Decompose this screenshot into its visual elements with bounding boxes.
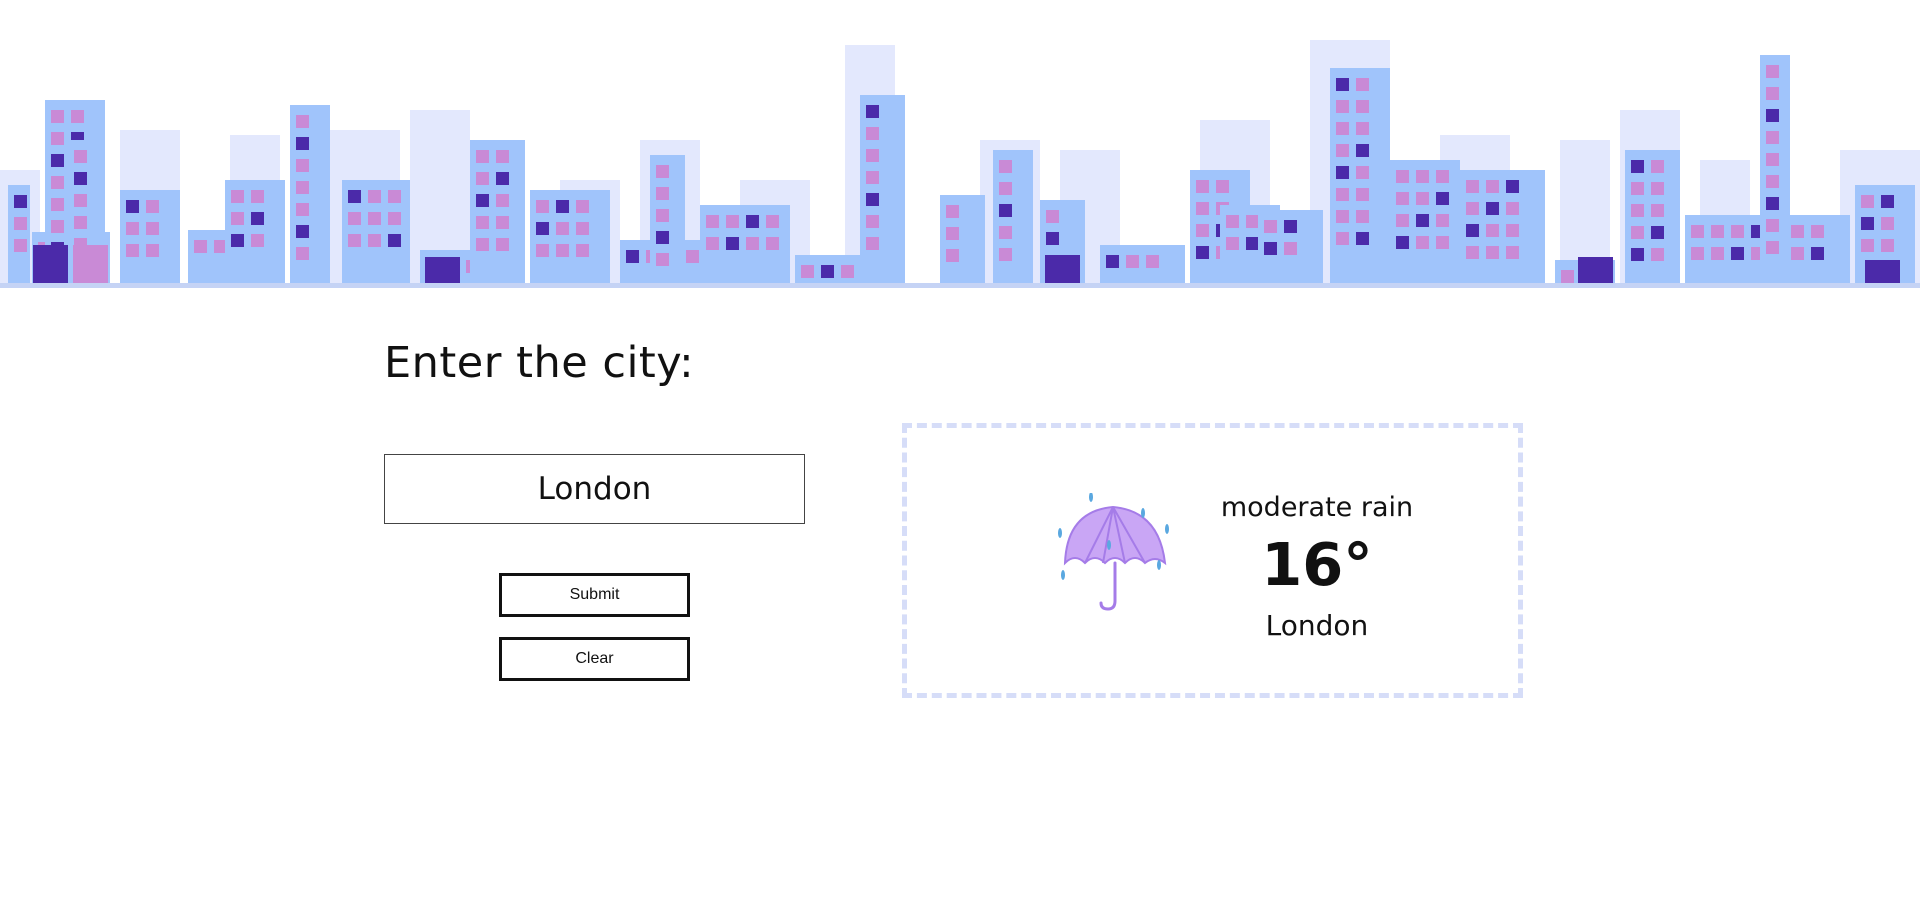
- city-input[interactable]: [384, 454, 805, 524]
- city-skyline-banner: [0, 0, 1920, 290]
- weather-city: London: [1265, 609, 1369, 642]
- page-title: Enter the city:: [384, 338, 695, 388]
- city-skyline-image: [0, 40, 1920, 288]
- weather-temperature: 16°: [1261, 530, 1373, 599]
- submit-button[interactable]: Submit: [499, 573, 690, 617]
- umbrella-rain-icon: [1055, 492, 1175, 618]
- clear-button[interactable]: Clear: [499, 637, 690, 681]
- weather-description: moderate rain: [1220, 492, 1414, 523]
- weather-card: moderate rain 16° London: [902, 423, 1523, 698]
